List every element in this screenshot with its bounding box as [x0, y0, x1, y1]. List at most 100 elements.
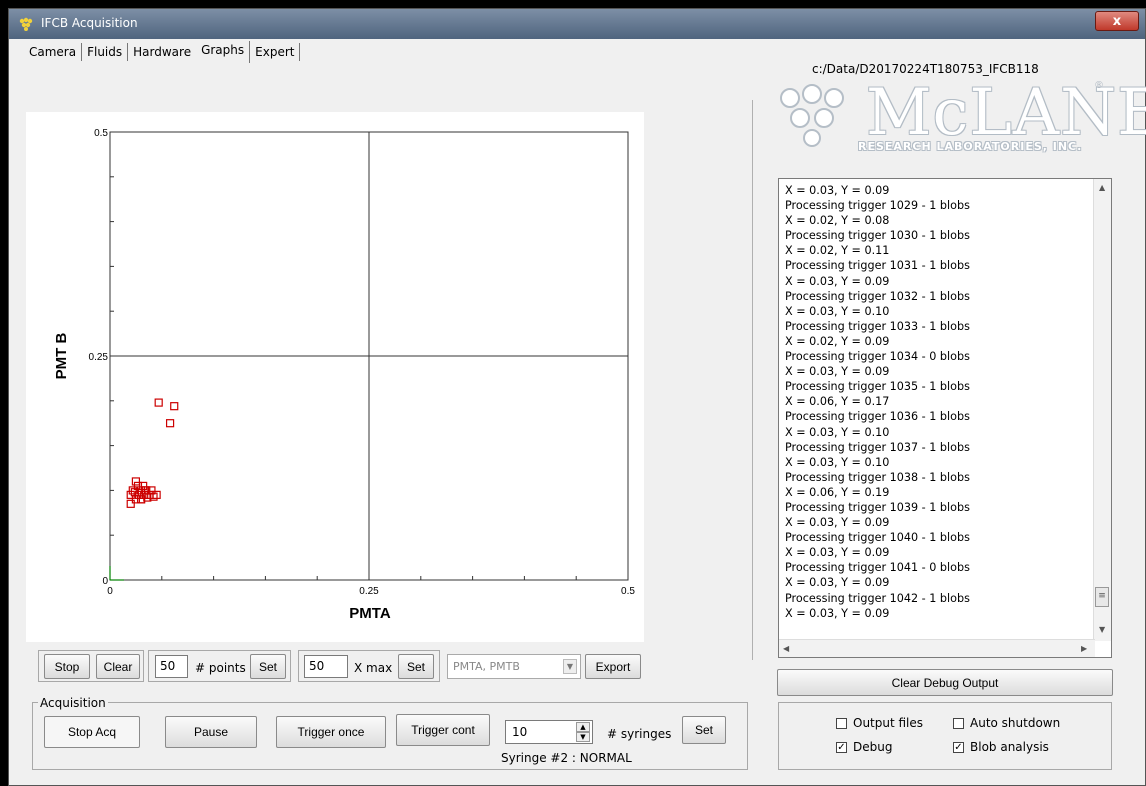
debug-label: Debug — [853, 740, 893, 754]
y-tick-label: 0 — [102, 576, 108, 587]
window-title: IFCB Acquisition — [41, 16, 138, 30]
debug-line: Processing trigger 1042 - 1 blobs — [785, 591, 970, 605]
checkbox-box[interactable]: ✓ — [953, 741, 964, 753]
stop-button[interactable]: Stop — [44, 654, 90, 679]
scatter-point — [165, 419, 175, 428]
debug-line: X = 0.03, Y = 0.10 — [785, 425, 890, 439]
mclane-logo: McLANE ® RESEARCH LABORATORIES, INC. — [776, 76, 1146, 166]
x-tick-label: 0 — [107, 586, 113, 597]
debug-line: X = 0.03, Y = 0.09 — [785, 274, 890, 288]
syringes-label: # syringes — [607, 727, 672, 741]
x-tick-label: 0.5 — [621, 586, 635, 597]
set-syringes-button[interactable]: Set — [682, 716, 726, 744]
debug-line: Processing trigger 1031 - 1 blobs — [785, 259, 970, 273]
y-tick-label: 0.5 — [94, 128, 108, 139]
clear-debug-button[interactable]: Clear Debug Output — [777, 669, 1113, 696]
scatter-point — [131, 477, 141, 486]
logo-hex-icon — [780, 84, 844, 147]
scroll-thumb[interactable]: ≡ — [1095, 587, 1109, 607]
syringe-status: Syringe #2 : NORMAL — [501, 751, 632, 765]
xmax-input[interactable]: 50 — [304, 655, 348, 678]
trigger-cont-button[interactable]: Trigger cont — [396, 714, 490, 746]
debug-line: X = 0.03, Y = 0.09 — [785, 606, 890, 620]
debug-line: X = 0.03, Y = 0.10 — [785, 304, 890, 318]
debug-line: X = 0.02, Y = 0.08 — [785, 214, 890, 228]
debug-line: X = 0.02, Y = 0.09 — [785, 334, 890, 348]
debug-line: Processing trigger 1038 - 1 blobs — [785, 470, 970, 484]
series-select-value: PMTA, PMTB — [453, 660, 520, 673]
chevron-down-icon[interactable]: ▼ — [563, 659, 577, 674]
checkbox-box[interactable] — [953, 717, 964, 729]
app-icon — [19, 17, 33, 31]
debug-line: X = 0.03, Y = 0.09 — [785, 576, 890, 590]
debug-line: X = 0.03, Y = 0.09 — [785, 546, 890, 560]
debug-output[interactable]: X = 0.03, Y = 0.09 Processing trigger 102… — [778, 178, 1112, 658]
debug-line: Processing trigger 1033 - 1 blobs — [785, 319, 970, 333]
close-button[interactable]: x — [1095, 11, 1139, 31]
tab-hardware[interactable]: Hardware — [128, 43, 196, 61]
scroll-left-icon[interactable]: ◀ — [783, 644, 789, 653]
points-input[interactable]: 50 — [155, 655, 188, 678]
tab-fluids[interactable]: Fluids — [82, 43, 129, 61]
debug-line: Processing trigger 1037 - 1 blobs — [785, 440, 970, 454]
set-xmax-button[interactable]: Set — [398, 654, 434, 679]
debug-line: X = 0.06, Y = 0.19 — [785, 485, 890, 499]
scroll-up-icon[interactable]: ▲ — [1099, 183, 1105, 192]
logo-registered: ® — [1094, 80, 1104, 91]
scroll-down-icon[interactable]: ▼ — [1099, 625, 1105, 634]
acquisition-group-label: Acquisition — [38, 696, 108, 710]
checkbox-box[interactable] — [836, 717, 847, 729]
debug-line: X = 0.06, Y = 0.17 — [785, 395, 890, 409]
trigger-once-button[interactable]: Trigger once — [276, 716, 386, 748]
grid — [109, 131, 629, 581]
blob-analysis-label: Blob analysis — [970, 740, 1049, 754]
syringes-value: 10 — [512, 725, 528, 739]
scroll-right-icon[interactable]: ▶ — [1081, 644, 1087, 653]
output-files-checkbox[interactable]: Output files — [836, 716, 923, 730]
debug-checkbox[interactable]: ✓ Debug — [836, 740, 892, 754]
debug-line: X = 0.03, Y = 0.09 — [785, 184, 890, 197]
tab-graphs[interactable]: Graphs — [196, 41, 251, 63]
stepper-down-icon[interactable]: ▼ — [576, 732, 590, 742]
options-group — [778, 702, 1112, 770]
auto-shutdown-checkbox[interactable]: Auto shutdown — [953, 716, 1060, 730]
output-files-label: Output files — [853, 716, 924, 730]
debug-line: Processing trigger 1032 - 1 blobs — [785, 289, 970, 303]
debug-line: Processing trigger 1029 - 1 blobs — [785, 199, 970, 213]
panel-divider — [752, 100, 753, 660]
debug-line: Processing trigger 1041 - 0 blobs — [785, 561, 970, 575]
y-axis-label: PMT B — [53, 333, 70, 380]
vertical-scrollbar[interactable]: ▲ ≡ ▼ — [1093, 179, 1111, 641]
logo-subtitle: RESEARCH LABORATORIES, INC. — [858, 140, 1083, 153]
tab-camera[interactable]: Camera — [24, 43, 83, 61]
horizontal-scrollbar[interactable]: ◀ ▶ — [779, 639, 1095, 657]
set-points-button[interactable]: Set — [250, 654, 286, 679]
series-select[interactable]: PMTA, PMTB ▼ — [447, 654, 581, 679]
syringes-stepper[interactable]: 10 ▲ ▼ — [505, 720, 593, 744]
scatter-point — [126, 490, 135, 499]
tab-expert[interactable]: Expert — [250, 43, 301, 61]
tab-bar: Camera Fluids Hardware Graphs Expert — [24, 41, 301, 63]
scatter-point — [126, 499, 135, 508]
blob-analysis-checkbox[interactable]: ✓ Blob analysis — [953, 740, 1049, 754]
export-button[interactable]: Export — [585, 654, 641, 679]
data-path: c:/Data/D20170224T180753_IFCB118 — [812, 62, 1039, 76]
debug-lines: X = 0.03, Y = 0.09 Processing trigger 102… — [785, 183, 970, 621]
logo-wordmark: McLANE — [866, 76, 1146, 150]
title-bar[interactable]: IFCB Acquisition x — [9, 9, 1145, 39]
scatter-point — [154, 398, 163, 407]
clear-plot-button[interactable]: Clear — [96, 654, 140, 679]
y-tick-label: 0.25 — [89, 352, 109, 363]
debug-line: Processing trigger 1035 - 1 blobs — [785, 380, 970, 394]
auto-shutdown-label: Auto shutdown — [970, 716, 1061, 730]
debug-line: Processing trigger 1040 - 1 blobs — [785, 531, 970, 545]
debug-line: Processing trigger 1036 - 1 blobs — [785, 410, 970, 424]
debug-line: X = 0.02, Y = 0.11 — [785, 244, 890, 258]
stop-acq-button[interactable]: Stop Acq — [44, 716, 140, 748]
debug-line: X = 0.03, Y = 0.10 — [785, 455, 890, 469]
checkbox-box[interactable]: ✓ — [836, 741, 847, 753]
scatter-point — [170, 402, 179, 411]
x-axis-label: PMTA — [349, 605, 391, 622]
stepper-up-icon[interactable]: ▲ — [576, 722, 590, 732]
pause-button[interactable]: Pause — [165, 716, 257, 748]
